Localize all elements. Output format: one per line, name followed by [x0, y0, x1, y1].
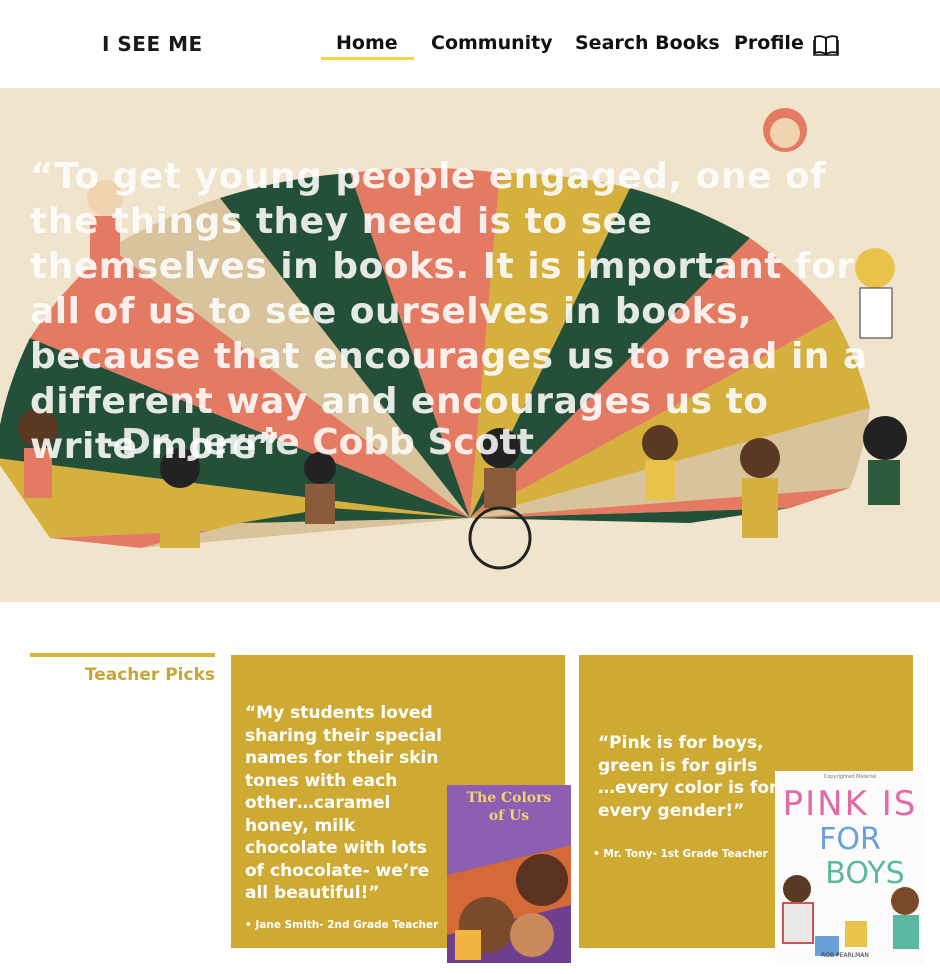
- nav-search-books[interactable]: Search Books: [575, 32, 720, 54]
- active-nav-underline: [321, 57, 414, 60]
- nav-community[interactable]: Community: [431, 32, 553, 54]
- teacher-picks-rule: [30, 653, 215, 657]
- hero-quote-attribution: -Dr. Jerrie Cobb Scott: [106, 422, 534, 463]
- top-header: I SEE ME Home Community Search Books Pro…: [0, 0, 940, 88]
- main-nav: Home Community Search Books Profile: [0, 32, 940, 62]
- open-book-icon[interactable]: [813, 34, 839, 56]
- cover-author: ROB PEARLMAN: [821, 952, 869, 959]
- cover-title-line3: BOYS: [825, 856, 904, 891]
- hero-banner: “To get young people engaged, one of the…: [0, 88, 940, 602]
- nav-home[interactable]: Home: [336, 32, 398, 54]
- book-cover-colors-of-us[interactable]: The Colors of Us: [447, 785, 571, 963]
- teacher-pick-credit: • Jane Smith- 2nd Grade Teacher: [245, 919, 439, 931]
- teacher-pick-quote: “My students loved sharing their special…: [245, 703, 443, 903]
- teacher-pick-credit: • Mr. Tony- 1st Grade Teacher: [593, 848, 768, 860]
- teacher-picks-heading: Teacher Picks: [84, 665, 215, 685]
- cover-title-line1: PINK IS: [783, 784, 918, 824]
- teacher-pick-quote: “Pink is for boys, green is for girls …e…: [598, 733, 778, 821]
- cover-title-line2: FOR: [819, 822, 881, 857]
- pink-is-for-boys-cover-art: Copyrighted Material PINK IS FOR BOYS RO…: [775, 771, 925, 965]
- nav-profile[interactable]: Profile: [734, 32, 804, 54]
- colors-of-us-title-line2: of Us: [489, 808, 529, 824]
- colors-of-us-cover-art: The Colors of Us: [447, 785, 571, 963]
- book-cover-pink-is-for-boys[interactable]: Copyrighted Material PINK IS FOR BOYS RO…: [775, 771, 925, 965]
- colors-of-us-title-line1: The Colors: [467, 790, 552, 806]
- cover-copyright-text: Copyrighted Material: [824, 774, 877, 780]
